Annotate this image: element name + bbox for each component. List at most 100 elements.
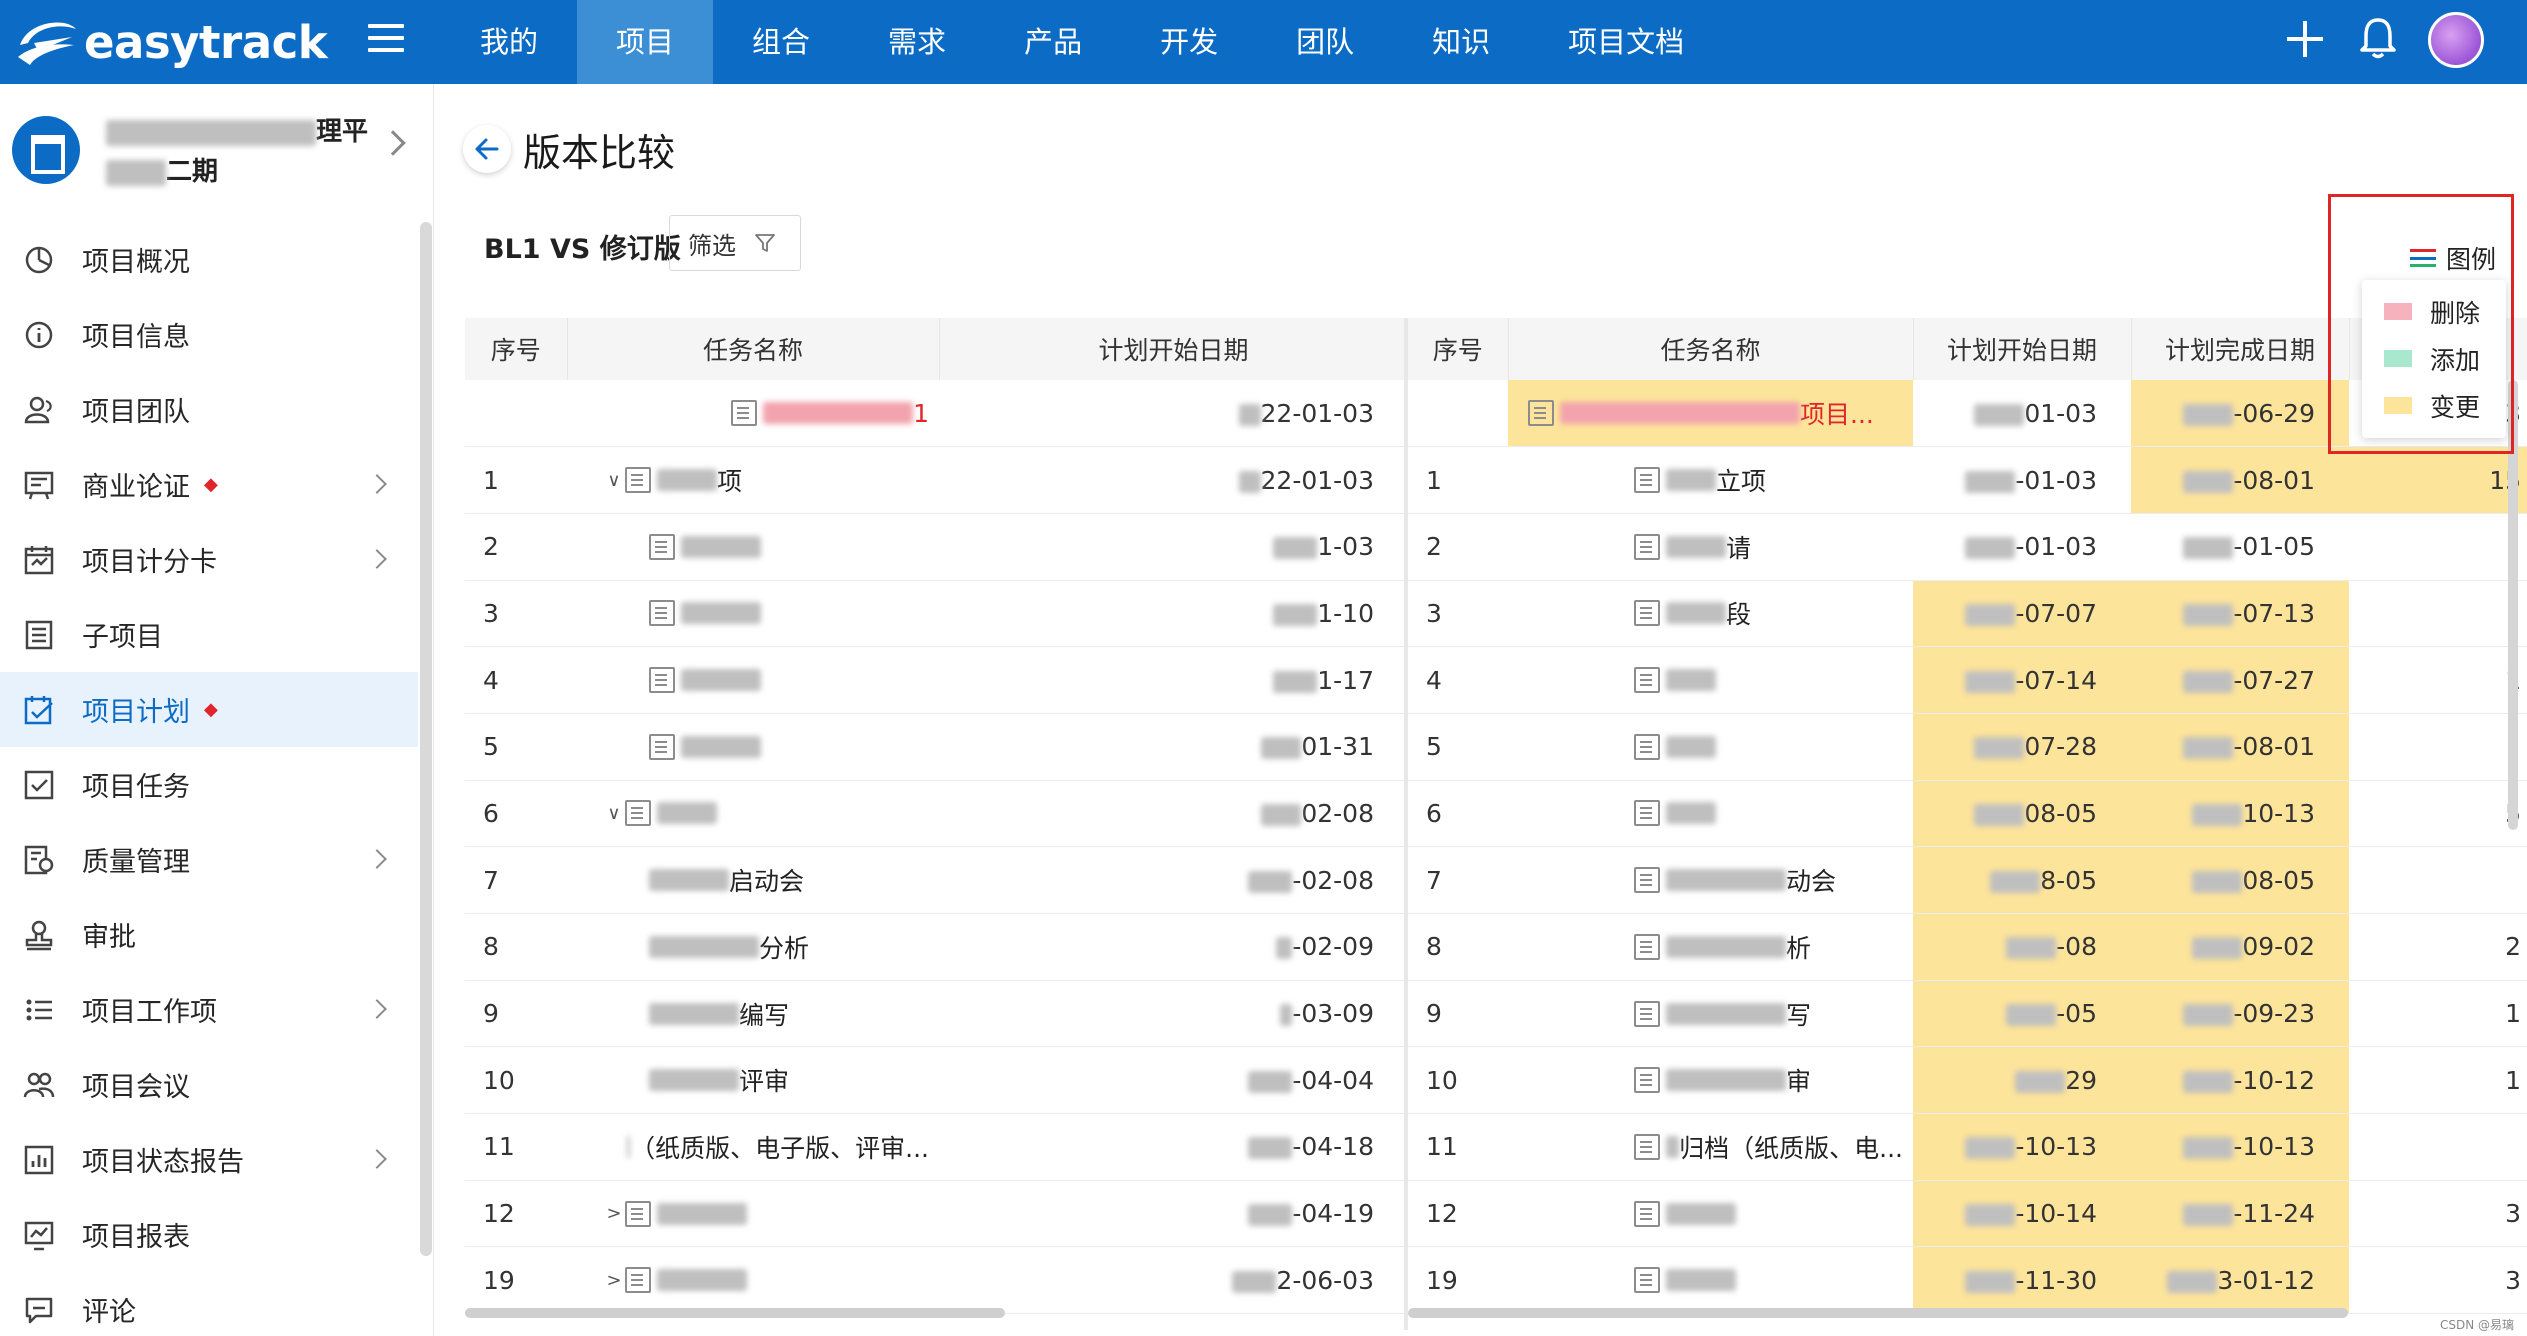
- easytrack-logo[interactable]: easytrack: [14, 10, 328, 74]
- back-button[interactable]: [463, 125, 511, 173]
- sidebar-item-2[interactable]: 项目团队: [0, 372, 418, 447]
- table-row[interactable]: 7 动会 8-05 08-05: [1408, 846, 2527, 914]
- redacted-text: [1666, 1202, 1736, 1225]
- redacted-text: [2192, 870, 2243, 893]
- sidebar-item-8[interactable]: 质量管理: [0, 822, 418, 897]
- legend-item: 添加: [2362, 335, 2506, 382]
- column-header[interactable]: 序号: [1408, 318, 1509, 380]
- project-switcher[interactable]: 理平 二期: [0, 84, 434, 206]
- table-row[interactable]: 1 立项 -01-03 -08-01 15: [1408, 446, 2527, 514]
- nav-item-7[interactable]: 知识: [1393, 0, 1529, 84]
- chevron-right-icon[interactable]: [367, 474, 387, 494]
- row-number: 4: [1408, 646, 1508, 714]
- table-row[interactable]: 2 1-03: [465, 513, 1408, 581]
- table-row[interactable]: 9 编写 -03-09: [465, 980, 1408, 1048]
- filter-button[interactable]: 筛选: [669, 215, 801, 271]
- table-row[interactable]: 7 启动会 -02-08: [465, 846, 1408, 914]
- table-row[interactable]: 11 归档（纸质版、电... -10-13 -10-13: [1408, 1113, 2527, 1181]
- collapse-icon[interactable]: ∨: [603, 470, 625, 491]
- sidebar-item-5[interactable]: 子项目: [0, 597, 418, 672]
- redacted-text: [1248, 1137, 1293, 1160]
- sidebar-item-13[interactable]: 项目报表: [0, 1197, 418, 1272]
- nav-item-1[interactable]: 项目: [577, 0, 714, 84]
- collapse-icon[interactable]: ∨: [603, 803, 625, 824]
- end-date: -06-29: [2233, 398, 2315, 428]
- left-horizontal-scrollbar[interactable]: [465, 1308, 1005, 1318]
- redacted-text: [681, 602, 761, 625]
- table-row[interactable]: 9 写 -05 -09-23 1: [1408, 980, 2527, 1048]
- menu-toggle-icon[interactable]: [368, 24, 404, 54]
- nav-item-8[interactable]: 项目文档: [1529, 0, 1723, 84]
- expand-icon[interactable]: >: [603, 1203, 625, 1224]
- sidebar-item-12[interactable]: 项目状态报告: [0, 1122, 418, 1197]
- table-row[interactable]: 6 08-05 10-13 5: [1408, 780, 2527, 848]
- table-row[interactable]: 2 请 -01-03 -01-05: [1408, 513, 2527, 581]
- legend-button[interactable]: 图例: [2410, 240, 2496, 276]
- sidebar-item-10[interactable]: 项目工作项: [0, 972, 418, 1047]
- table-row[interactable]: 4 1-17: [465, 646, 1408, 714]
- column-header[interactable]: 任务名称: [567, 318, 940, 380]
- table-row[interactable]: 3 1-10: [465, 580, 1408, 648]
- sidebar-item-6[interactable]: 项目计划 ◆: [0, 672, 418, 747]
- start-date: -11-30: [2015, 1265, 2097, 1295]
- redacted-text: [1273, 603, 1318, 626]
- sidebar-item-14[interactable]: 评论: [0, 1272, 418, 1336]
- table-row[interactable]: 4 -07-14 -07-27 1: [1408, 646, 2527, 714]
- task-name: 写: [1508, 996, 1903, 1032]
- redacted-text: [657, 1269, 747, 1292]
- table-row[interactable]: 19 >2-06-03: [465, 1246, 1408, 1315]
- table-row[interactable]: 11 （纸质版、电子版、评审... -04-18: [465, 1113, 1408, 1181]
- sidebar-item-9[interactable]: 审批: [0, 897, 418, 972]
- table-row[interactable]: 19 -11-30 3-01-12 3: [1408, 1246, 2527, 1315]
- table-row[interactable]: 10 评审 -04-04: [465, 1046, 1408, 1115]
- column-header[interactable]: 序号: [465, 318, 568, 380]
- task-name-text: 分析: [759, 933, 810, 963]
- sidebar-scrollbar[interactable]: [420, 222, 432, 1256]
- chevron-right-icon[interactable]: [367, 1149, 387, 1169]
- table-row[interactable]: 6 ∨ 02-08: [465, 780, 1408, 848]
- chevron-right-icon[interactable]: [367, 849, 387, 869]
- row-number: 1: [465, 446, 567, 514]
- start-date: 08-05: [2024, 798, 2097, 828]
- sidebar-item-1[interactable]: 项目信息: [0, 297, 418, 372]
- right-horizontal-scrollbar[interactable]: [1408, 1308, 2348, 1318]
- table-row[interactable]: 10 审 29 -10-12 1: [1408, 1046, 2527, 1115]
- table-row[interactable]: 5 07-28 -08-01: [1408, 713, 2527, 781]
- column-header[interactable]: 任务名称: [1508, 318, 1914, 380]
- nav-item-2[interactable]: 组合: [713, 0, 849, 84]
- chevron-right-icon[interactable]: [367, 999, 387, 1019]
- plus-icon[interactable]: [2284, 18, 2326, 60]
- start-date-cell: -01-03: [1913, 513, 2131, 581]
- nav-item-3[interactable]: 需求: [849, 0, 985, 84]
- task-name-text: 段: [1726, 600, 1752, 630]
- user-avatar[interactable]: [2428, 12, 2484, 68]
- column-header[interactable]: 计划开始日期: [1913, 318, 2132, 380]
- sidebar-item-4[interactable]: 项目计分卡: [0, 522, 418, 597]
- bell-icon[interactable]: [2358, 16, 2398, 60]
- nav-item-0[interactable]: 我的: [441, 0, 577, 84]
- table-row[interactable]: 12 -10-14 -11-24 3: [1408, 1180, 2527, 1248]
- task-name-text: （纸质版、电子版、评审...: [630, 1133, 929, 1163]
- sidebar-item-11[interactable]: 项目会议: [0, 1047, 418, 1122]
- sidebar-item-7[interactable]: 项目任务: [0, 747, 418, 822]
- start-date-cell: 01-31: [939, 713, 1408, 781]
- column-header[interactable]: 计划开始日期: [939, 318, 1409, 380]
- table-row[interactable]: 12 > -04-19: [465, 1180, 1408, 1248]
- extra-cell: [2349, 580, 2527, 648]
- table-row[interactable]: 8 分析 -02-09: [465, 913, 1408, 981]
- table-row[interactable]: 3 段 -07-07 -07-13: [1408, 580, 2527, 648]
- sidebar-item-3[interactable]: 商业论证 ◆: [0, 447, 418, 522]
- column-header[interactable]: 计划完成日期: [2131, 318, 2350, 380]
- start-date: 22-01-03: [1260, 465, 1374, 495]
- table-row[interactable]: 5 01-31: [465, 713, 1408, 781]
- sidebar-item-0[interactable]: 项目概况: [0, 222, 418, 297]
- nav-item-6[interactable]: 团队: [1257, 0, 1393, 84]
- chevron-right-icon[interactable]: [367, 549, 387, 569]
- expand-icon[interactable]: >: [603, 1270, 625, 1291]
- table-row[interactable]: 1 22-01-03: [465, 380, 1408, 448]
- table-row[interactable]: 1 ∨ 项 22-01-03: [465, 446, 1408, 514]
- nav-item-4[interactable]: 产品: [985, 0, 1121, 84]
- table-row[interactable]: 8 析 -08 09-02 2: [1408, 913, 2527, 981]
- start-date: -03-09: [1292, 999, 1374, 1029]
- nav-item-5[interactable]: 开发: [1121, 0, 1257, 84]
